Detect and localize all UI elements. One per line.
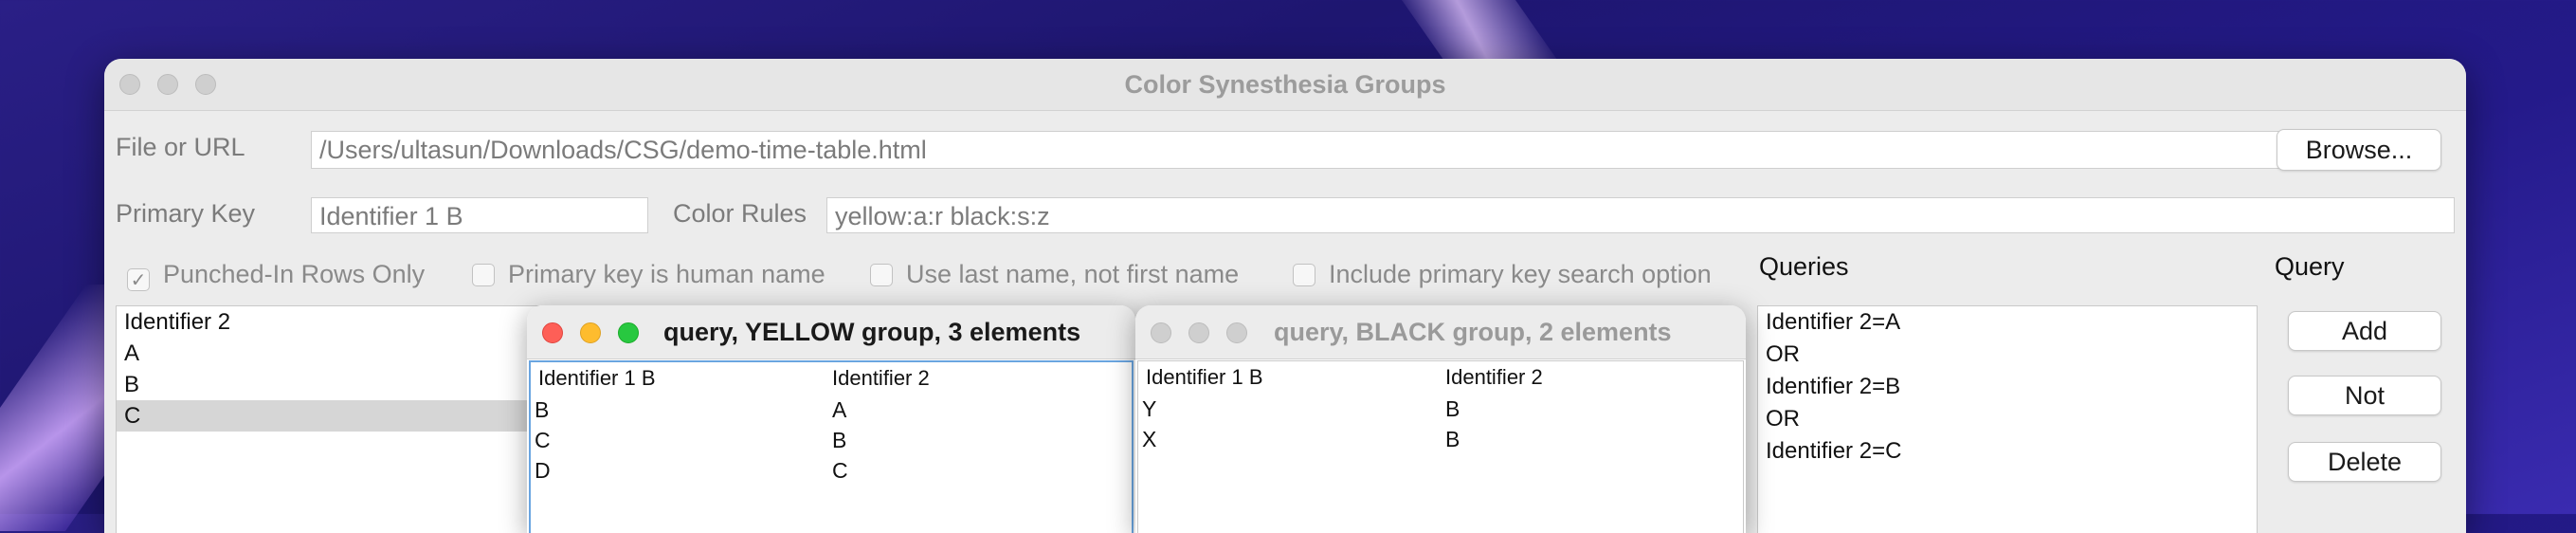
black-window-titlebar[interactable]: query, BLACK group, 2 elements — [1135, 305, 1746, 359]
primary-key-label: Primary Key — [116, 199, 256, 228]
human-name-checkbox[interactable]: Primary key is human name — [472, 260, 825, 289]
yellow-results-table[interactable]: Identifier 1 B Identifier 2 B A C B D C — [529, 360, 1134, 533]
primary-key-field[interactable]: Identifier 1 B — [311, 197, 648, 233]
table-cell: D — [535, 458, 551, 483]
file-url-field[interactable]: /Users/ultasun/Downloads/CSG/demo-time-t… — [311, 131, 2350, 169]
yellow-group-window: query, YELLOW group, 3 elements Identifi… — [527, 305, 1135, 533]
table-cell: B — [832, 428, 847, 452]
query-item[interactable]: OR — [1758, 403, 2257, 435]
column-header[interactable]: Identifier 1 B — [538, 362, 656, 395]
query-item[interactable]: Identifier 2=C — [1758, 435, 2257, 468]
add-query-button[interactable]: Add — [2288, 311, 2441, 351]
minimize-window-button[interactable] — [580, 322, 601, 343]
browse-button[interactable]: Browse... — [2277, 129, 2441, 171]
column-header[interactable]: Identifier 1 B — [1146, 361, 1263, 394]
table-row[interactable]: Y B — [1138, 394, 1743, 424]
column-header[interactable]: Identifier 2 — [832, 362, 930, 395]
queries-list[interactable]: Identifier 2=A OR Identifier 2=B OR Iden… — [1757, 305, 2258, 533]
black-results-table[interactable]: Identifier 1 B Identifier 2 Y B X B — [1137, 360, 1744, 533]
table-cell: B — [1445, 396, 1460, 421]
table-cell: B — [535, 397, 550, 422]
table-row[interactable]: C B — [531, 425, 1132, 455]
checkbox-icon — [472, 264, 495, 286]
yellow-window-title: query, YELLOW group, 3 elements — [663, 318, 1081, 346]
queries-label: Queries — [1759, 252, 1849, 281]
not-query-button[interactable]: Not — [2288, 376, 2441, 415]
black-group-window: query, BLACK group, 2 elements Identifie… — [1135, 305, 1746, 533]
query-item[interactable]: OR — [1758, 339, 2257, 371]
delete-query-button[interactable]: Delete — [2288, 442, 2441, 482]
color-rules-field[interactable]: yellow:a:r black:s:z — [826, 197, 2455, 233]
table-cell: X — [1142, 427, 1157, 451]
column-header[interactable]: Identifier 2 — [1445, 361, 1543, 394]
table-header: Identifier 1 B Identifier 2 — [531, 362, 1132, 395]
punched-in-checkbox[interactable]: ✓ Punched-In Rows Only — [127, 260, 425, 291]
minimize-window-button[interactable] — [1188, 322, 1209, 343]
main-titlebar[interactable]: Color Synesthesia Groups — [104, 59, 2466, 111]
window-title: Color Synesthesia Groups — [1124, 70, 1446, 99]
search-option-checkbox[interactable]: Include primary key search option — [1293, 260, 1712, 289]
table-cell: B — [1445, 427, 1460, 451]
file-url-label: File or URL — [116, 133, 245, 161]
yellow-window-titlebar[interactable]: query, YELLOW group, 3 elements — [527, 305, 1135, 359]
checkbox-icon — [1293, 264, 1315, 286]
table-header: Identifier 1 B Identifier 2 — [1138, 361, 1743, 394]
checkbox-label: Primary key is human name — [508, 260, 825, 288]
query-item[interactable]: Identifier 2=A — [1758, 306, 2257, 339]
query-item[interactable]: Identifier 2=B — [1758, 371, 2257, 403]
checkbox-icon — [870, 264, 893, 286]
last-name-checkbox[interactable]: Use last name, not first name — [870, 260, 1239, 289]
table-row[interactable]: B A — [531, 395, 1132, 425]
check-icon: ✓ — [127, 268, 150, 291]
zoom-window-button[interactable] — [618, 322, 639, 343]
black-window-title: query, BLACK group, 2 elements — [1274, 318, 1672, 346]
checkbox-label: Use last name, not first name — [906, 260, 1240, 288]
zoom-window-button[interactable] — [1226, 322, 1247, 343]
table-cell: A — [832, 397, 847, 422]
close-window-button[interactable] — [542, 322, 563, 343]
table-cell: C — [535, 428, 551, 452]
table-cell: Y — [1142, 396, 1157, 421]
close-window-button[interactable] — [1151, 322, 1171, 343]
color-rules-label: Color Rules — [673, 199, 807, 228]
checkbox-label: Include primary key search option — [1329, 260, 1712, 288]
table-row[interactable]: X B — [1138, 424, 1743, 454]
table-row[interactable]: D C — [531, 455, 1132, 486]
checkbox-label: Punched-In Rows Only — [163, 260, 426, 288]
query-label: Query — [2275, 252, 2345, 281]
table-cell: C — [832, 458, 848, 483]
